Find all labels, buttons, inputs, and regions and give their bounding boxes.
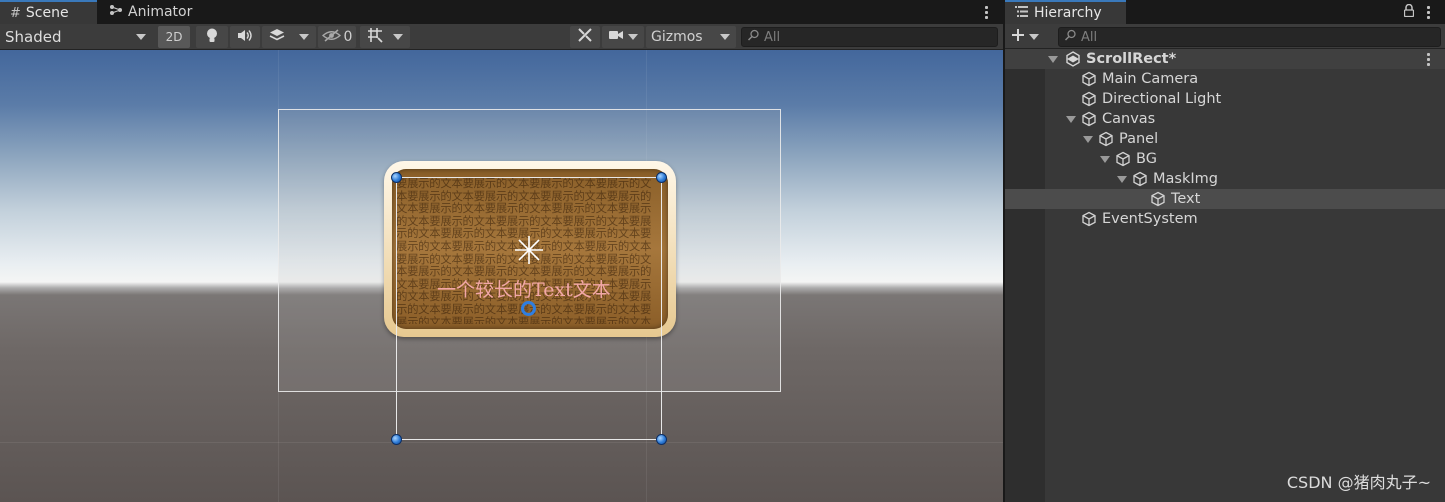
camera-dropdown[interactable] <box>602 26 644 48</box>
rect-handle-bottom-right[interactable] <box>656 434 667 445</box>
lightbulb-icon <box>206 28 218 47</box>
rect-handle-top-left[interactable] <box>391 172 402 183</box>
gameobject-cube-icon <box>1132 171 1148 187</box>
eye-hidden-icon <box>321 28 341 46</box>
effects-dropdown[interactable] <box>262 26 316 48</box>
hidden-count: 0 <box>343 29 353 45</box>
draw-mode-dropdown[interactable]: Shaded <box>0 26 152 48</box>
chevron-down-icon <box>628 34 638 40</box>
gameobject-cube-icon <box>1098 131 1114 147</box>
tools-icon <box>577 27 593 47</box>
hierarchy-tree: ScrollRect* Main Camera Directional Ligh… <box>1005 49 1445 502</box>
rect-handle-top-right[interactable] <box>656 172 667 183</box>
tree-item-panel[interactable]: Panel <box>1005 129 1445 149</box>
tree-item-label: Panel <box>1119 131 1159 147</box>
scene-search-placeholder: All <box>764 29 781 45</box>
chevron-down-icon <box>393 34 403 40</box>
gizmos-label: Gizmos <box>651 29 703 45</box>
tree-item-label: Directional Light <box>1102 91 1222 107</box>
chevron-down-icon <box>1029 34 1039 40</box>
overlay-text-label: 一个较长的Text文本 <box>437 279 611 301</box>
tab-scene[interactable]: # Scene <box>0 0 97 24</box>
foldout-expanded-icon[interactable] <box>1065 115 1077 123</box>
tree-item-bg[interactable]: BG <box>1005 149 1445 169</box>
tools-button[interactable] <box>570 26 600 48</box>
scene-name-label: ScrollRect* <box>1086 51 1177 67</box>
scene-panel: # Scene Animator Shaded 2D 0 Gizmos All … <box>0 0 1003 502</box>
scene-row-menu-icon[interactable] <box>1421 49 1435 69</box>
list-icon <box>1015 5 1028 21</box>
search-icon <box>747 29 760 45</box>
hierarchy-search-input[interactable]: All <box>1058 27 1441 47</box>
gameobject-cube-icon <box>1150 191 1166 207</box>
grid-snap-icon <box>367 27 383 47</box>
foldout-expanded-icon[interactable] <box>1047 55 1059 63</box>
lock-icon[interactable] <box>1403 3 1415 21</box>
tab-scene-label: Scene <box>25 5 69 21</box>
foldout-expanded-icon[interactable] <box>1099 155 1111 163</box>
audio-toggle-button[interactable] <box>230 26 260 48</box>
scene-more-menu-icon[interactable] <box>979 2 993 22</box>
hierarchy-more-menu-icon[interactable] <box>1421 2 1435 22</box>
tree-item-label: Main Camera <box>1102 71 1199 87</box>
tree-item-eventsystem[interactable]: EventSystem <box>1005 209 1445 229</box>
tree-item-label: EventSystem <box>1102 211 1198 227</box>
gameobject-cube-icon <box>1115 151 1131 167</box>
gameobject-cube-icon <box>1081 71 1097 87</box>
toggle-2d-button[interactable]: 2D <box>158 26 190 48</box>
layers-icon <box>269 28 285 46</box>
camera-icon <box>608 29 624 45</box>
pivot-handle[interactable] <box>521 301 536 316</box>
search-icon <box>1064 29 1077 45</box>
chevron-down-icon <box>299 34 309 40</box>
create-dropdown[interactable] <box>1011 27 1047 47</box>
hierarchy-tabbar: Hierarchy <box>1005 0 1445 24</box>
tree-item-label: BG <box>1136 151 1157 167</box>
tree-item-scene[interactable]: ScrollRect* <box>1005 49 1445 69</box>
grid-snap-dropdown[interactable] <box>360 26 410 48</box>
gizmos-dropdown[interactable]: Gizmos <box>646 26 736 48</box>
chevron-down-icon <box>136 34 146 40</box>
tree-item-directional-light[interactable]: Directional Light <box>1005 89 1445 109</box>
rect-handle-bottom-left[interactable] <box>391 434 402 445</box>
tree-item-maskimg[interactable]: MaskImg <box>1005 169 1445 189</box>
scene-viewport[interactable]: 要展示的文本要展示的文本要展示的文本要展示的文本要展示的文本要展示的文本要展示的… <box>0 50 1003 502</box>
tab-animator-label: Animator <box>128 4 193 20</box>
hierarchy-toolbar: All <box>1005 24 1445 49</box>
foldout-expanded-icon[interactable] <box>1116 175 1128 183</box>
hidden-objects-toggle[interactable]: 0 <box>318 26 356 48</box>
gameobject-cube-icon <box>1081 211 1097 227</box>
hierarchy-search-placeholder: All <box>1081 29 1098 45</box>
gameobject-cube-icon <box>1081 91 1097 107</box>
tab-hierarchy[interactable]: Hierarchy <box>1005 0 1126 24</box>
tab-animator[interactable]: Animator <box>99 0 202 24</box>
hierarchy-panel: Hierarchy All ScrollRect* Main Camera Di… <box>1005 0 1445 502</box>
tree-item-main-camera[interactable]: Main Camera <box>1005 69 1445 89</box>
gameobject-cube-icon <box>1081 111 1097 127</box>
watermark: CSDN @猪肉丸子~ <box>1286 473 1431 492</box>
chevron-down-icon <box>720 34 730 40</box>
speaker-icon <box>237 29 253 46</box>
foldout-expanded-icon[interactable] <box>1082 135 1094 143</box>
plus-icon <box>1011 28 1025 46</box>
lighting-toggle-button[interactable] <box>196 26 228 48</box>
tab-hierarchy-label: Hierarchy <box>1034 5 1102 21</box>
anchor-icon[interactable] <box>513 234 545 266</box>
tree-item-label: Canvas <box>1102 111 1156 127</box>
tree-item-label: Text <box>1171 191 1201 207</box>
scene-tabbar: # Scene Animator <box>0 0 1003 24</box>
draw-mode-label: Shaded <box>5 28 62 46</box>
grid-line <box>0 442 1003 443</box>
tree-item-label: MaskImg <box>1153 171 1218 187</box>
grid-icon: # <box>10 5 21 21</box>
scene-search-input[interactable]: All <box>741 27 998 47</box>
scene-toolbar: Shaded 2D 0 Gizmos All <box>0 24 1003 50</box>
tree-item-text[interactable]: Text <box>1005 189 1445 209</box>
tree-item-canvas[interactable]: Canvas <box>1005 109 1445 129</box>
unity-scene-icon <box>1065 51 1081 67</box>
animator-icon <box>109 4 123 20</box>
